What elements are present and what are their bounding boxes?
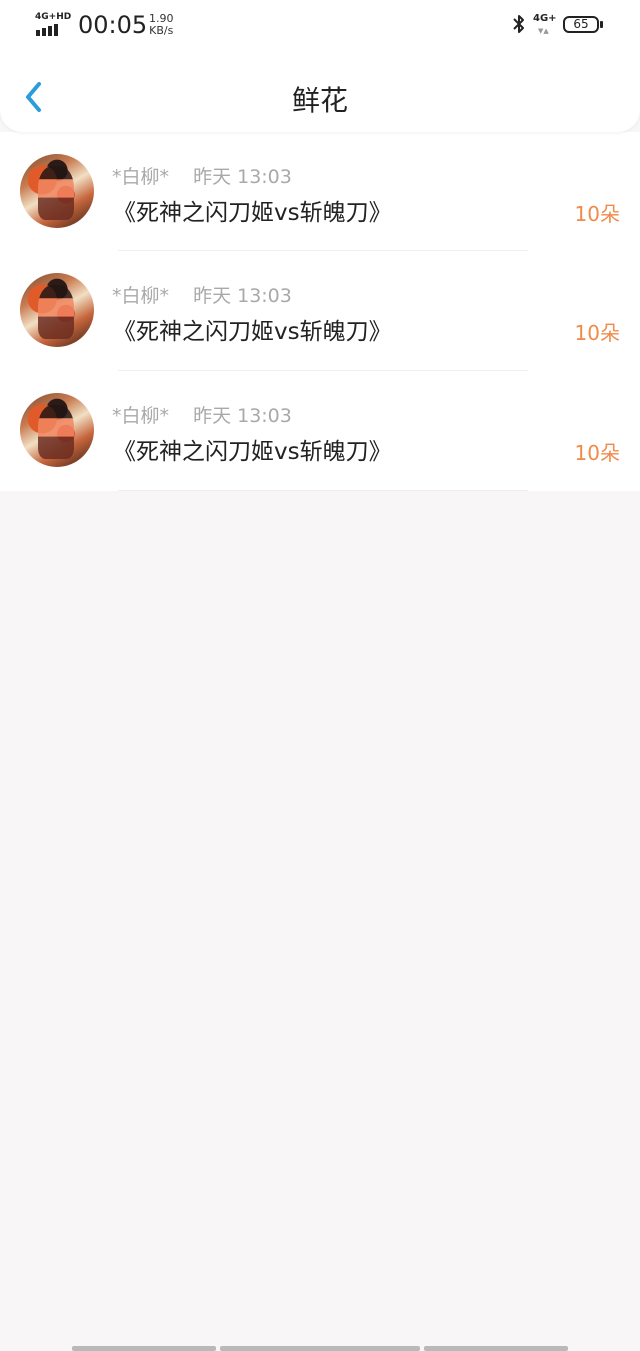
navigation-bar bbox=[72, 1346, 568, 1351]
nav-gesture-right[interactable] bbox=[424, 1346, 568, 1351]
avatar[interactable] bbox=[20, 273, 94, 347]
network-speed: 1.90 KB/s bbox=[149, 13, 174, 37]
list-item[interactable]: *白柳* 昨天 13:03 《死神之闪刀姬vs斩魄刀》 10朵 bbox=[0, 371, 640, 491]
book-title-link[interactable]: 《死神之闪刀姬vs斩魄刀》 bbox=[113, 312, 392, 346]
cell-network-label: 4G+ bbox=[533, 13, 557, 24]
list-item[interactable]: *白柳* 昨天 13:03 《死神之闪刀姬vs斩魄刀》 10朵 bbox=[0, 251, 640, 371]
item-meta: *白柳* 昨天 13:03 bbox=[112, 162, 292, 189]
battery-cap bbox=[600, 21, 603, 28]
list-item[interactable]: *白柳* 昨天 13:03 《死神之闪刀姬vs斩魄刀》 10朵 bbox=[0, 132, 640, 251]
signal-icon: 4G+HD bbox=[35, 12, 71, 36]
network-speed-unit: KB/s bbox=[149, 24, 174, 37]
battery-icon: 65 bbox=[563, 16, 599, 33]
flower-count: 10朵 bbox=[574, 441, 620, 465]
divider bbox=[118, 490, 528, 491]
avatar-figure bbox=[38, 285, 74, 339]
bluetooth-icon bbox=[513, 15, 524, 33]
flower-count: 10朵 bbox=[574, 321, 620, 345]
item-meta: *白柳* 昨天 13:03 bbox=[112, 401, 292, 428]
avatar[interactable] bbox=[20, 393, 94, 467]
avatar[interactable] bbox=[20, 154, 94, 228]
signal-bars bbox=[36, 24, 58, 36]
flower-record-list: *白柳* 昨天 13:03 《死神之闪刀姬vs斩魄刀》 10朵 *白柳* 昨天 … bbox=[0, 132, 640, 491]
flower-count: 10朵 bbox=[574, 202, 620, 226]
user-name[interactable]: *白柳* bbox=[112, 405, 169, 427]
nav-gesture-home[interactable] bbox=[220, 1346, 420, 1351]
timestamp: 昨天 13:03 bbox=[193, 166, 292, 188]
book-title-link[interactable]: 《死神之闪刀姬vs斩魄刀》 bbox=[113, 193, 392, 227]
nav-gesture-left[interactable] bbox=[72, 1346, 216, 1351]
item-meta: *白柳* 昨天 13:03 bbox=[112, 281, 292, 308]
book-title-link[interactable]: 《死神之闪刀姬vs斩魄刀》 bbox=[113, 432, 392, 466]
avatar-figure bbox=[38, 405, 74, 459]
network-type-label: 4G+HD bbox=[35, 12, 72, 22]
page-title: 鲜花 bbox=[291, 84, 348, 117]
top-bar: 4G+HD 00:05 1.90 KB/s 4G+ ▼▲ 65 鲜花 bbox=[0, 0, 640, 132]
user-name[interactable]: *白柳* bbox=[112, 166, 169, 188]
user-name[interactable]: *白柳* bbox=[112, 285, 169, 307]
battery-level: 65 bbox=[573, 17, 589, 31]
avatar-figure bbox=[38, 166, 74, 220]
status-time: 00:05 bbox=[78, 11, 148, 39]
status-bar: 4G+HD 00:05 1.90 KB/s 4G+ ▼▲ 65 bbox=[0, 0, 640, 50]
timestamp: 昨天 13:03 bbox=[193, 405, 292, 427]
timestamp: 昨天 13:03 bbox=[193, 285, 292, 307]
cell-activity-icon: ▼▲ bbox=[538, 27, 549, 35]
